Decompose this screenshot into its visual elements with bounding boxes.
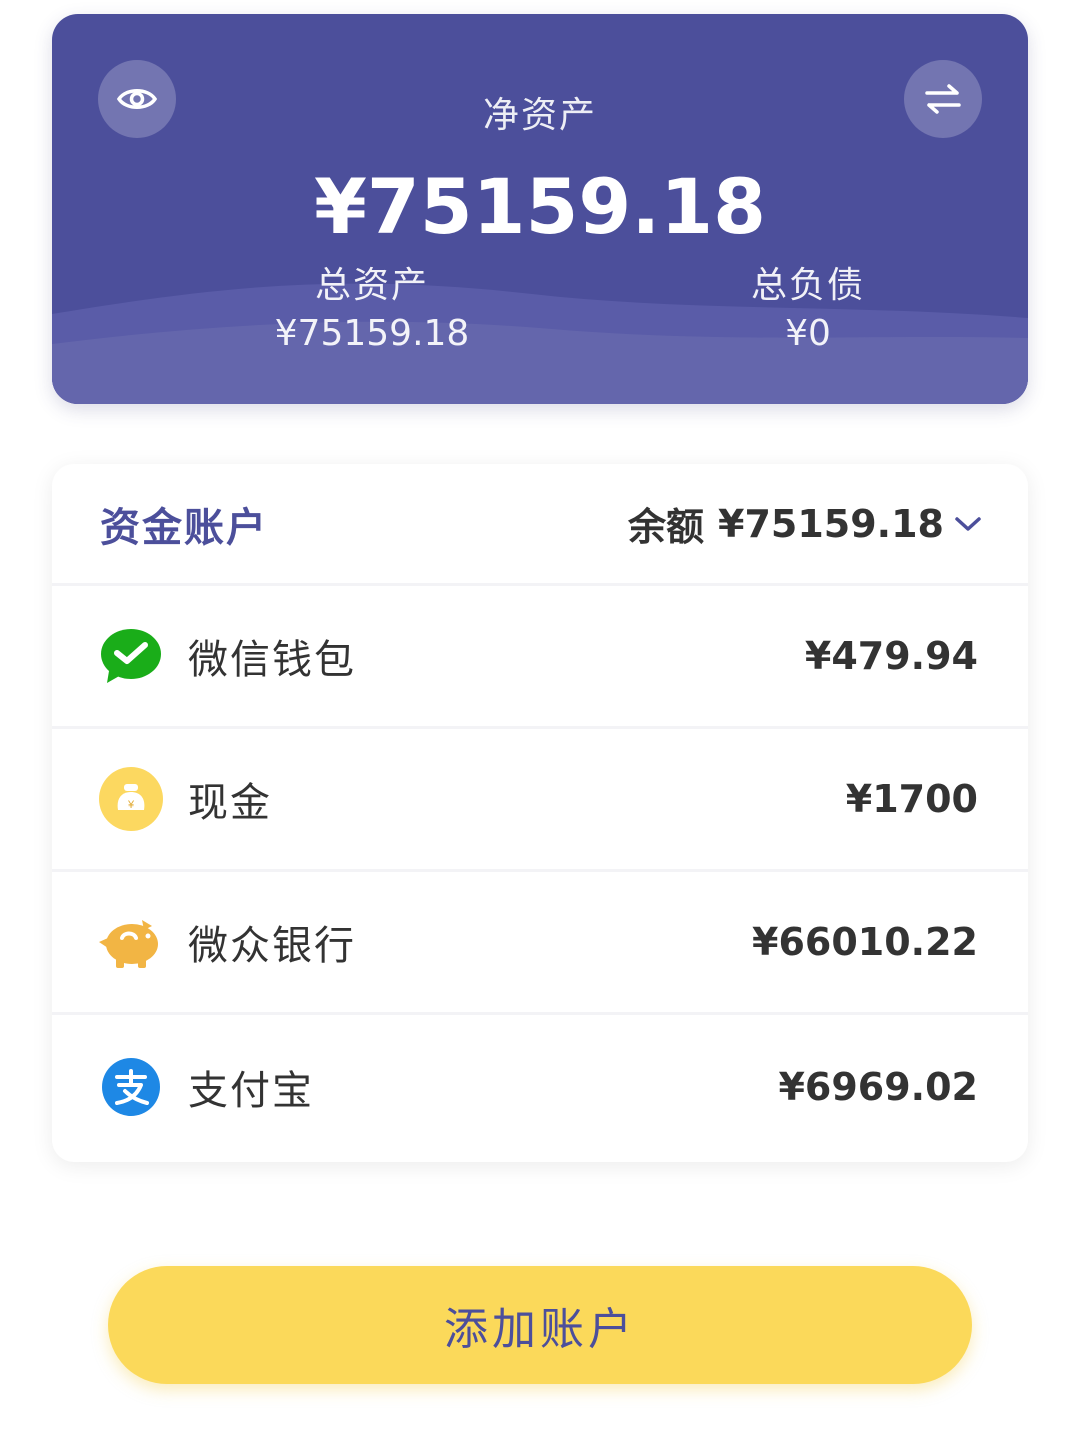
add-account-button[interactable]: 添加账户 bbox=[108, 1266, 972, 1384]
total-assets-value: ¥75159.18 bbox=[274, 313, 470, 354]
accounts-page: 净资产 ¥75159.18 总资产 ¥75159.18 总负债 ¥0 资金账户 … bbox=[0, 0, 1080, 1440]
account-row-cash[interactable]: ¥ 现金 ¥1700 bbox=[52, 729, 1028, 872]
net-assets-card: 净资产 ¥75159.18 总资产 ¥75159.18 总负债 ¥0 bbox=[52, 14, 1028, 404]
fund-accounts-title: 资金账户 bbox=[100, 504, 268, 551]
net-assets-value: ¥75159.18 bbox=[314, 162, 766, 251]
balance-value: ¥75159.18 bbox=[718, 501, 944, 546]
account-amount: ¥66010.22 bbox=[752, 920, 978, 964]
balance-label: 余额 bbox=[628, 505, 705, 549]
piggy-bank-icon bbox=[98, 909, 164, 975]
swap-arrows-icon bbox=[925, 84, 961, 114]
switch-view-button[interactable] bbox=[904, 60, 982, 138]
account-amount: ¥1700 bbox=[845, 777, 978, 821]
cash-bag-icon: ¥ bbox=[98, 766, 164, 832]
account-name: 现金 bbox=[188, 780, 272, 826]
balance-toggle[interactable]: 余额 ¥75159.18 bbox=[628, 496, 982, 551]
account-row-wechat[interactable]: 微信钱包 ¥479.94 bbox=[52, 586, 1028, 729]
chevron-down-icon bbox=[955, 516, 981, 531]
account-row-webank[interactable]: 微众银行 ¥66010.22 bbox=[52, 872, 1028, 1015]
alipay-icon bbox=[98, 1054, 164, 1120]
total-assets: 总资产 ¥75159.18 bbox=[222, 262, 522, 358]
account-name: 支付宝 bbox=[188, 1067, 314, 1114]
wechat-icon bbox=[98, 623, 164, 689]
account-row-alipay[interactable]: 支付宝 ¥6969.02 bbox=[52, 1015, 1028, 1158]
svg-text:¥: ¥ bbox=[127, 799, 135, 811]
fund-accounts-card: 资金账户 余额 ¥75159.18 微信钱包 ¥479.94 ¥ 现金 ¥170… bbox=[52, 464, 1028, 1162]
account-amount: ¥6969.02 bbox=[778, 1064, 978, 1109]
total-liabilities-value: ¥0 bbox=[785, 313, 831, 354]
fund-accounts-header: 资金账户 余额 ¥75159.18 bbox=[52, 464, 1028, 586]
account-name: 微众银行 bbox=[188, 923, 356, 969]
account-amount: ¥479.94 bbox=[804, 634, 978, 678]
total-liabilities-label: 总负债 bbox=[750, 265, 865, 306]
total-assets-label: 总资产 bbox=[314, 265, 429, 306]
net-assets-label: 净资产 bbox=[482, 95, 597, 136]
total-liabilities: 总负债 ¥0 bbox=[658, 262, 958, 358]
account-name: 微信钱包 bbox=[188, 637, 356, 683]
